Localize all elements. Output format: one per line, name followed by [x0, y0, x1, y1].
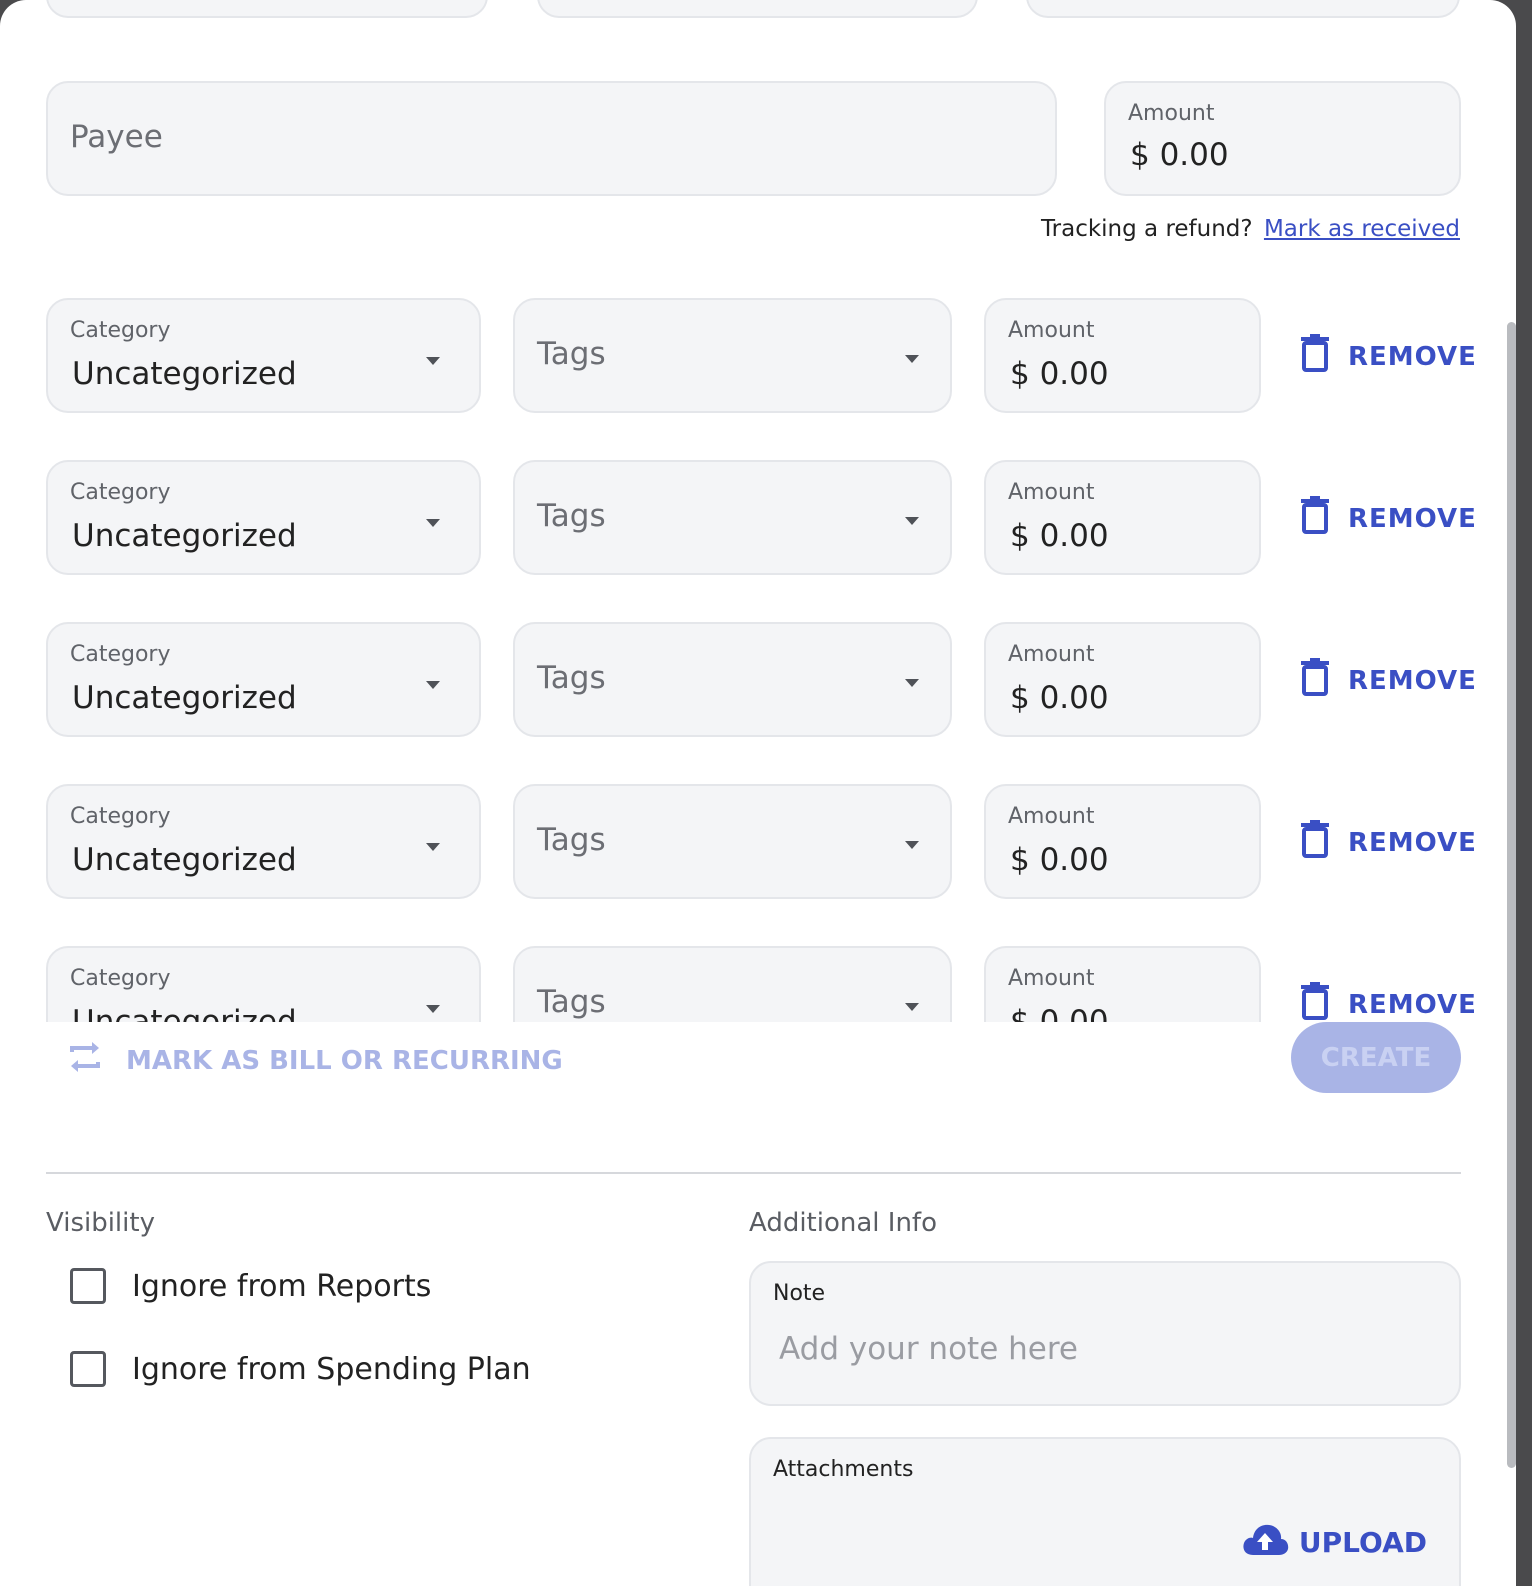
split-amount-value: $ 0.00 — [1010, 842, 1109, 878]
tags-select[interactable]: Tags — [513, 460, 952, 575]
additional-info-title: Additional Info — [749, 1208, 937, 1238]
category-value: Uncategorized — [72, 518, 297, 554]
split-amount-input[interactable]: Amount $ 0.00 — [984, 460, 1261, 575]
mark-as-bill-button[interactable]: MARK AS BILL OR RECURRING — [66, 1038, 563, 1083]
ignore-spending-plan-checkbox[interactable]: Ignore from Spending Plan — [70, 1351, 531, 1387]
chevron-down-icon — [426, 519, 440, 527]
category-select[interactable]: Category Uncategorized — [46, 946, 481, 1022]
category-value: Uncategorized — [72, 1004, 297, 1022]
split-rows-scroll[interactable]: Category Uncategorized Tags Amount $ 0.0… — [0, 0, 1516, 1022]
chevron-down-icon — [905, 355, 919, 363]
remove-button[interactable]: REMOVE — [1300, 334, 1477, 379]
tags-placeholder: Tags — [537, 984, 606, 1020]
category-value: Uncategorized — [72, 680, 297, 716]
category-select[interactable]: Category Uncategorized — [46, 622, 481, 737]
chevron-down-icon — [426, 681, 440, 689]
repeat-icon — [66, 1038, 104, 1083]
visibility-title: Visibility — [46, 1208, 155, 1238]
split-amount-value: $ 0.00 — [1010, 518, 1109, 554]
chevron-down-icon — [905, 841, 919, 849]
tags-select[interactable]: Tags — [513, 784, 952, 899]
category-select[interactable]: Category Uncategorized — [46, 784, 481, 899]
category-label: Category — [70, 804, 171, 829]
split-amount-value: $ 0.00 — [1010, 680, 1109, 716]
split-amount-input[interactable]: Amount $ 0.00 — [984, 622, 1261, 737]
remove-button[interactable]: REMOVE — [1300, 658, 1477, 703]
split-amount-input[interactable]: Amount $ 0.00 — [984, 784, 1261, 899]
upload-label: UPLOAD — [1298, 1526, 1427, 1559]
remove-label: REMOVE — [1348, 341, 1477, 372]
chevron-down-icon — [426, 843, 440, 851]
checkbox-box[interactable] — [70, 1268, 106, 1304]
create-button-label: CREATE — [1320, 1042, 1432, 1073]
trash-icon — [1300, 658, 1330, 703]
split-amount-label: Amount — [1008, 480, 1095, 505]
checkbox-box[interactable] — [70, 1351, 106, 1387]
mark-as-bill-label: MARK AS BILL OR RECURRING — [126, 1045, 563, 1076]
category-label: Category — [70, 966, 171, 991]
transaction-form-sheet: Payee Amount $ 0.00 Tracking a refund? M… — [0, 0, 1516, 1586]
chevron-down-icon — [905, 517, 919, 525]
category-value: Uncategorized — [72, 842, 297, 878]
remove-button[interactable]: REMOVE — [1300, 982, 1477, 1022]
remove-label: REMOVE — [1348, 665, 1477, 696]
scrollbar[interactable] — [1507, 322, 1516, 1468]
note-field[interactable]: Note Add your note here — [749, 1261, 1461, 1406]
ignore-spending-plan-label: Ignore from Spending Plan — [132, 1351, 531, 1387]
remove-button[interactable]: REMOVE — [1300, 496, 1477, 541]
split-amount-input[interactable]: Amount $ 0.00 — [984, 298, 1261, 413]
split-amount-input[interactable]: Amount $ 0.00 — [984, 946, 1261, 1022]
chevron-down-icon — [905, 679, 919, 687]
remove-label: REMOVE — [1348, 827, 1477, 858]
tags-placeholder: Tags — [537, 498, 606, 534]
category-value: Uncategorized — [72, 356, 297, 392]
split-amount-label: Amount — [1008, 318, 1095, 343]
split-amount-value: $ 0.00 — [1010, 356, 1109, 392]
upload-button[interactable]: UPLOAD — [1241, 1521, 1427, 1564]
attachments-field: Attachments UPLOAD — [749, 1437, 1461, 1586]
split-amount-value: $ 0.00 — [1010, 1004, 1109, 1022]
tags-placeholder: Tags — [537, 336, 606, 372]
category-select[interactable]: Category Uncategorized — [46, 298, 481, 413]
tags-placeholder: Tags — [537, 822, 606, 858]
chevron-down-icon — [426, 1005, 440, 1013]
remove-label: REMOVE — [1348, 503, 1477, 534]
trash-icon — [1300, 496, 1330, 541]
trash-icon — [1300, 334, 1330, 379]
create-button[interactable]: CREATE — [1291, 1022, 1461, 1093]
attachments-label: Attachments — [773, 1457, 914, 1482]
split-amount-label: Amount — [1008, 642, 1095, 667]
category-label: Category — [70, 318, 171, 343]
ignore-reports-checkbox[interactable]: Ignore from Reports — [70, 1268, 431, 1304]
trash-icon — [1300, 820, 1330, 865]
tags-select[interactable]: Tags — [513, 622, 952, 737]
category-label: Category — [70, 480, 171, 505]
category-label: Category — [70, 642, 171, 667]
split-amount-label: Amount — [1008, 966, 1095, 991]
tags-placeholder: Tags — [537, 660, 606, 696]
chevron-down-icon — [905, 1003, 919, 1011]
category-select[interactable]: Category Uncategorized — [46, 460, 481, 575]
tags-select[interactable]: Tags — [513, 946, 952, 1022]
trash-icon — [1300, 982, 1330, 1022]
tags-select[interactable]: Tags — [513, 298, 952, 413]
split-amount-label: Amount — [1008, 804, 1095, 829]
cloud-upload-icon — [1241, 1521, 1289, 1564]
chevron-down-icon — [426, 357, 440, 365]
ignore-reports-label: Ignore from Reports — [132, 1268, 432, 1304]
note-placeholder: Add your note here — [779, 1331, 1078, 1367]
remove-button[interactable]: REMOVE — [1300, 820, 1477, 865]
section-divider — [46, 1172, 1461, 1174]
remove-label: REMOVE — [1348, 989, 1477, 1020]
note-label: Note — [773, 1281, 826, 1306]
